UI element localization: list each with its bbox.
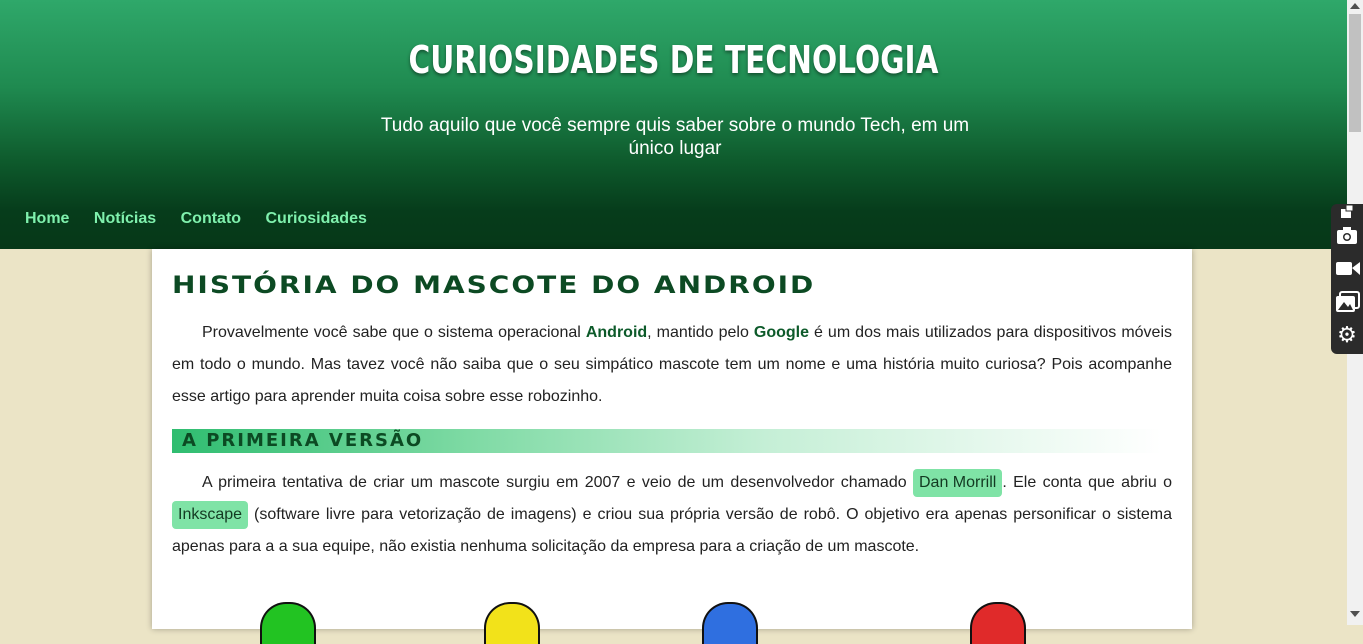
mascot-green xyxy=(260,602,316,644)
site-title: CURIOSIDADES DE TECNOLOGIA xyxy=(408,38,939,82)
intro-paragraph: Provavelmente você sabe que o sistema op… xyxy=(172,317,1172,413)
mascot-yellow xyxy=(484,602,540,644)
section-text-2: . Ele conta que abriu o xyxy=(1002,474,1173,491)
section-paragraph: A primeira tentativa de criar um mascote… xyxy=(172,467,1172,563)
scroll-thumb[interactable] xyxy=(1349,14,1361,132)
nav-noticias[interactable]: Notícias xyxy=(94,210,156,228)
section-title: A PRIMEIRA VERSÃO xyxy=(182,430,424,451)
scroll-up-arrow-icon[interactable] xyxy=(1350,3,1360,9)
scroll-down-arrow-icon[interactable] xyxy=(1350,611,1360,617)
section-text-3: (software livre para vetorização de imag… xyxy=(172,506,1172,555)
screenshot-toolbar: ⚙ xyxy=(1331,204,1363,354)
nav-home[interactable]: Home xyxy=(25,210,69,228)
pin-icon[interactable] xyxy=(1336,204,1358,226)
nav-curiosidades[interactable]: Curiosidades xyxy=(266,210,367,228)
section-heading: A PRIMEIRA VERSÃO xyxy=(172,429,1162,453)
site-subtitle: Tudo aquilo que você sempre quis saber s… xyxy=(380,115,970,159)
google-bold: Google xyxy=(753,324,809,341)
tag-inkscape[interactable]: Inkscape xyxy=(172,501,249,529)
section-text-1: A primeira tentativa de criar um mascote… xyxy=(202,474,913,491)
mascot-blue xyxy=(702,602,758,644)
tag-dan-morrill[interactable]: Dan Morrill xyxy=(912,469,1003,497)
main-nav: Home Notícias Contato Curiosidades xyxy=(25,210,387,228)
gear-icon[interactable]: ⚙ xyxy=(1336,324,1358,346)
camera-icon[interactable] xyxy=(1336,225,1358,247)
nav-contato[interactable]: Contato xyxy=(181,210,241,228)
video-icon[interactable] xyxy=(1336,259,1360,281)
gallery-icon[interactable] xyxy=(1336,291,1360,313)
article-title: HISTÓRIA DO MASCOTE DO ANDROID xyxy=(172,271,816,300)
android-bold: Android xyxy=(585,324,648,341)
article: HISTÓRIA DO MASCOTE DO ANDROID Provavelm… xyxy=(152,249,1192,644)
mascot-red xyxy=(970,602,1026,644)
site-header: CURIOSIDADES DE TECNOLOGIA Tudo aquilo q… xyxy=(0,0,1347,249)
mascot-images xyxy=(152,594,1192,644)
intro-text-2: , mantido pelo xyxy=(647,324,754,341)
intro-text-1: Provavelmente você sabe que o sistema op… xyxy=(202,324,586,341)
